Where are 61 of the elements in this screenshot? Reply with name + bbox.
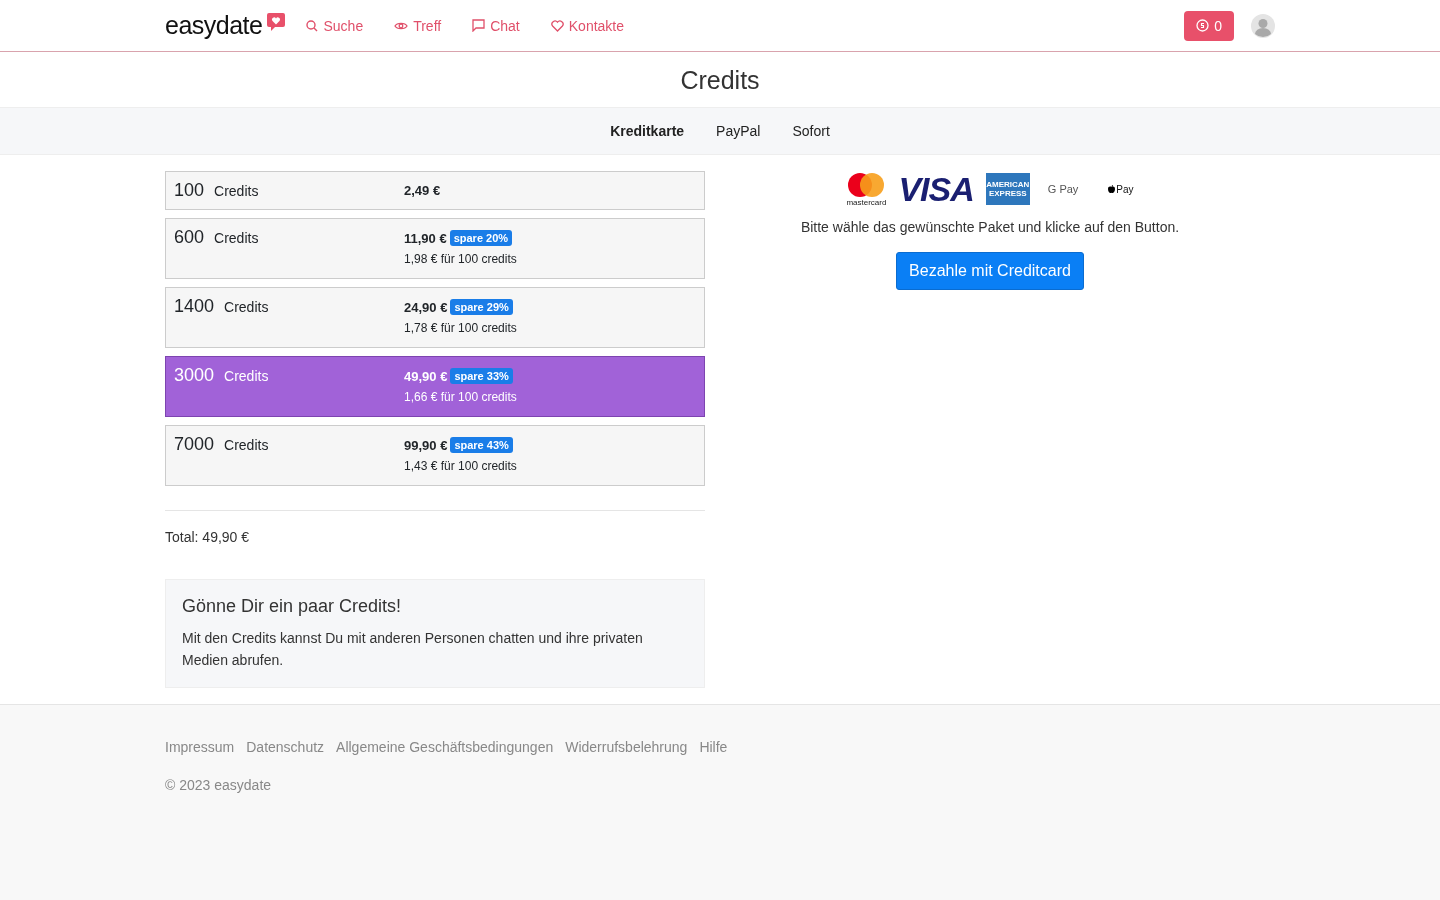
eye-icon <box>394 20 409 31</box>
credits-button[interactable]: 0 <box>1184 10 1234 41</box>
credit-package[interactable]: 1400 Credits 24,90 € spare 29% 1,78 € für 100 credits <box>165 287 705 348</box>
nav-link[interactable]: Suche <box>306 17 364 34</box>
credit-unit: Credits <box>224 437 269 453</box>
credit-unit: Credits <box>214 183 259 199</box>
credit-package[interactable]: 3000 Credits 49,90 € spare 33% 1,66 € für 100 credits <box>165 356 705 417</box>
pay-button[interactable]: Bezahle mit Creditcard <box>896 252 1084 290</box>
footer-link[interactable]: Datenschutz <box>246 739 325 755</box>
search-icon <box>306 19 319 32</box>
wallet-logo: G Pay <box>1047 183 1079 195</box>
footer-link[interactable]: Impressum <box>165 739 235 755</box>
credit-package[interactable]: 600 Credits 11,90 € spare 20% 1,98 € für 100 credits <box>165 218 705 279</box>
coin-icon <box>1196 19 1210 32</box>
card-logo: mastercard <box>846 171 887 207</box>
package-price: 24,90 € <box>404 299 448 315</box>
discount-badge: spare 20% <box>449 230 513 246</box>
credit-unit: Credits <box>214 230 259 246</box>
chat-bubble-icon <box>472 19 486 32</box>
info-title: Gönne Dir ein paar Credits! <box>182 596 403 617</box>
logo-text[interactable]: easydate <box>165 11 263 40</box>
credit-amount: 1400 <box>174 296 215 316</box>
payment-tab[interactable]: Sofort <box>776 123 846 139</box>
package-price: 99,90 € <box>404 437 448 453</box>
discount-badge: spare 33% <box>450 368 513 384</box>
nav-link[interactable]: Treff <box>394 17 442 34</box>
credit-amount: 600 <box>174 227 205 247</box>
discount-badge: spare 29% <box>450 299 513 315</box>
credit-package[interactable]: 100 Credits 2,49 € <box>165 171 705 210</box>
wallet-logo: Pay <box>1108 183 1134 195</box>
payment-tab[interactable]: PayPal <box>700 123 777 139</box>
card-logo: VISA <box>898 169 974 209</box>
package-price: 11,90 € <box>404 230 447 246</box>
instruction-text: Bitte wähle das gewünschte Paket und klicke auf den Button. <box>800 219 1180 235</box>
nav-link[interactable]: Kontakte <box>550 17 625 34</box>
heart-icon <box>550 19 564 32</box>
avatar-icon[interactable] <box>1251 13 1275 38</box>
price-per-100: 1,98 € für 100 credits <box>404 252 517 266</box>
footer-link[interactable]: Hilfe <box>699 739 728 755</box>
package-price: 49,90 € <box>404 368 448 384</box>
credit-amount: 3000 <box>174 365 215 385</box>
page-title: Credits <box>680 65 760 96</box>
price-per-100: 1,43 € für 100 credits <box>404 459 517 473</box>
credit-unit: Credits <box>224 368 269 384</box>
card-logo: AMERICAN EXPRESS <box>985 173 1030 205</box>
nav-link[interactable]: Chat <box>472 17 520 34</box>
credit-amount: 7000 <box>174 434 215 454</box>
copyright-text: © 2023 easydate <box>165 777 273 793</box>
credit-unit: Credits <box>224 299 269 315</box>
package-price: 2,49 € <box>404 183 441 198</box>
heart-speech-bubble-icon <box>266 11 287 32</box>
payment-tab[interactable]: Kreditkarte <box>594 123 701 139</box>
credit-package[interactable]: 7000 Credits 99,90 € spare 43% 1,43 € für 100 credits <box>165 425 705 486</box>
credit-amount: 100 <box>174 180 205 200</box>
price-per-100: 1,78 € für 100 credits <box>404 321 517 335</box>
price-per-100: 1,66 € für 100 credits <box>404 390 517 404</box>
total-text: Total: 49,90 € <box>165 529 251 545</box>
footer-link[interactable]: Allgemeine Geschäftsbedingungen <box>336 739 554 755</box>
discount-badge: spare 43% <box>450 437 513 453</box>
info-text: Mit den Credits kannst Du mit anderen Personen chatten und ihre privaten Medien abrufen. <box>182 629 644 670</box>
footer-link[interactable]: Widerrufsbelehrung <box>565 739 688 755</box>
